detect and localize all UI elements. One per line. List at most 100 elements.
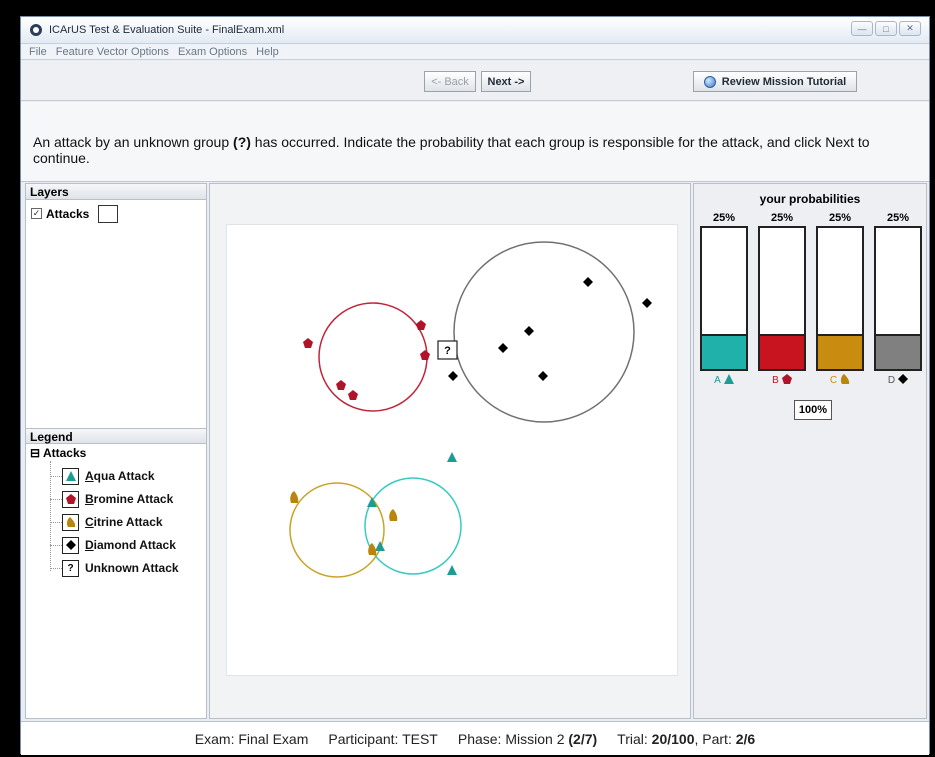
legend-item-citrine-label: itrine Attack bbox=[93, 515, 163, 529]
menu-help[interactable]: Help bbox=[256, 46, 279, 58]
status-participant: Participant: TEST bbox=[328, 730, 438, 747]
status-phase: Phase: Mission 2 (2/7) bbox=[457, 730, 598, 747]
triangle-icon bbox=[723, 373, 734, 387]
legend-item-aqua[interactable]: Aqua Attack bbox=[50, 466, 155, 486]
diamond-attack-marker bbox=[538, 371, 548, 381]
bromine-attack-marker bbox=[348, 390, 358, 400]
minimize-button[interactable]: — bbox=[851, 21, 873, 36]
probability-bar-d[interactable]: 25% D bbox=[874, 212, 922, 387]
menu-exam-options[interactable]: Exam Options bbox=[178, 46, 247, 58]
diamond-icon bbox=[62, 536, 79, 554]
probability-bar-b[interactable]: 25% B bbox=[758, 212, 806, 387]
diamond-group-circle bbox=[453, 241, 635, 423]
layers-header: Layers bbox=[26, 184, 206, 200]
review-tutorial-button[interactable]: Review Mission Tutorial bbox=[693, 71, 857, 92]
map-canvas[interactable]: ? bbox=[226, 224, 678, 676]
attacks-layer-checkbox[interactable]: ✓ bbox=[31, 208, 42, 219]
status-trial: Trial: 20/100, Part: 2/6 bbox=[617, 730, 756, 747]
probability-fill bbox=[876, 333, 920, 369]
legend-item-bromine[interactable]: Bromine Attack bbox=[50, 489, 173, 509]
legend-item-bromine-label: romine Attack bbox=[93, 492, 174, 506]
map-panel: ? bbox=[209, 183, 691, 719]
legend-item-diamond-mnemonic: D bbox=[85, 538, 94, 552]
attack-map[interactable]: ? bbox=[227, 225, 679, 677]
probability-group-label: B bbox=[758, 373, 806, 387]
aqua-attack-marker bbox=[447, 565, 457, 575]
probability-percent: 25% bbox=[828, 212, 852, 224]
layers-list: ✓ Attacks bbox=[26, 200, 206, 428]
legend-root[interactable]: ⊟ Attacks bbox=[30, 446, 86, 460]
unknown-attack-label: ? bbox=[444, 345, 451, 357]
bromine-attack-marker bbox=[416, 320, 426, 330]
legend-item-citrine[interactable]: Citrine Attack bbox=[50, 512, 163, 532]
total-probability: 100% bbox=[794, 400, 832, 420]
collapse-icon[interactable]: ⊟ bbox=[30, 446, 40, 460]
legend-item-diamond[interactable]: Diamond Attack bbox=[50, 535, 176, 555]
probability-percent: 25% bbox=[712, 212, 736, 224]
probabilities-panel: your probabilities 25% A 25% B 25% C 25% D 100% bbox=[693, 183, 927, 719]
diamond-attack-marker bbox=[583, 277, 593, 287]
legend-item-aqua-label: qua Attack bbox=[93, 469, 155, 483]
instructions-panel: An attack by an unknown group (?) has oc… bbox=[21, 102, 929, 182]
probabilities-title: your probabilities bbox=[759, 192, 861, 206]
close-button[interactable]: ✕ bbox=[899, 21, 921, 36]
diamond-attack-marker bbox=[448, 371, 458, 381]
attacks-layer-label: Attacks bbox=[46, 207, 90, 221]
legend-item-unknown[interactable]: ? Unknown Attack bbox=[50, 558, 179, 578]
aqua-attack-marker bbox=[375, 541, 385, 551]
question-icon: ? bbox=[62, 559, 79, 577]
status-bar: Exam: Final Exam Participant: TEST Phase… bbox=[21, 721, 929, 755]
menu-feature-vector-options[interactable]: Feature Vector Options bbox=[56, 46, 169, 58]
bromine-group-circle bbox=[318, 302, 428, 412]
citrine-blob-icon bbox=[62, 513, 79, 531]
left-panel: Layers ✓ Attacks Legend ⊟ Attacks Aqua A… bbox=[25, 183, 207, 719]
probability-fill bbox=[702, 333, 746, 369]
maximize-button[interactable]: □ bbox=[875, 21, 897, 36]
aqua-triangle-icon bbox=[62, 467, 79, 485]
probability-group-label: D bbox=[874, 373, 922, 387]
attacks-layer-swatch[interactable] bbox=[98, 205, 118, 223]
legend-item-aqua-mnemonic: A bbox=[85, 469, 94, 483]
aqua-group-circle bbox=[364, 477, 462, 575]
probability-bar-c[interactable]: 25% C bbox=[816, 212, 864, 387]
legend-header: Legend bbox=[26, 428, 206, 444]
aqua-attack-marker bbox=[447, 452, 457, 462]
diamond-attack-marker bbox=[498, 343, 508, 353]
bromine-pentagon-icon bbox=[62, 490, 79, 508]
diamond-icon bbox=[898, 373, 909, 387]
probability-percent: 25% bbox=[770, 212, 794, 224]
next-button[interactable]: Next -> bbox=[481, 71, 531, 92]
toolbar: <- Back Next -> Review Mission Tutorial bbox=[21, 61, 929, 101]
legend-item-unknown-label: Unknown Attack bbox=[85, 561, 179, 575]
probability-group-label: C bbox=[816, 373, 864, 387]
app-logo-icon bbox=[30, 24, 42, 36]
probability-percent: 25% bbox=[886, 212, 910, 224]
probability-bar-a[interactable]: 25% A bbox=[700, 212, 748, 387]
diamond-attack-marker bbox=[642, 298, 652, 308]
globe-icon bbox=[703, 75, 716, 88]
legend-root-label: Attacks bbox=[42, 446, 87, 460]
back-button[interactable]: <- Back bbox=[424, 71, 476, 92]
diamond-attack-marker bbox=[524, 326, 534, 336]
citrine-attack-marker bbox=[389, 509, 398, 521]
window-title: ICArUS Test & Evaluation Suite - FinalEx… bbox=[49, 24, 285, 36]
bromine-attack-marker bbox=[336, 380, 346, 390]
legend-item-diamond-label: iamond Attack bbox=[93, 538, 176, 552]
bromine-attack-marker bbox=[303, 338, 313, 348]
title-bar: ICArUS Test & Evaluation Suite - FinalEx… bbox=[21, 17, 929, 44]
probability-fill bbox=[818, 333, 862, 369]
legend-item-bromine-mnemonic: B bbox=[85, 492, 94, 506]
probability-slider[interactable] bbox=[758, 226, 806, 371]
menu-bar: File Feature Vector Options Exam Options… bbox=[21, 44, 929, 60]
probability-slider[interactable] bbox=[700, 226, 748, 371]
pentagon-icon bbox=[781, 373, 792, 387]
unknown-group-marker: (?) bbox=[233, 134, 251, 150]
probability-slider[interactable] bbox=[816, 226, 864, 371]
instructions-text-start: An attack by an unknown group bbox=[33, 134, 234, 150]
bromine-attack-marker bbox=[420, 350, 430, 360]
menu-file[interactable]: File bbox=[29, 46, 47, 58]
review-tutorial-label: Review Mission Tutorial bbox=[721, 75, 847, 88]
probability-slider[interactable] bbox=[874, 226, 922, 371]
legend-item-citrine-mnemonic: C bbox=[85, 515, 94, 529]
citrine-attack-marker bbox=[290, 491, 299, 503]
